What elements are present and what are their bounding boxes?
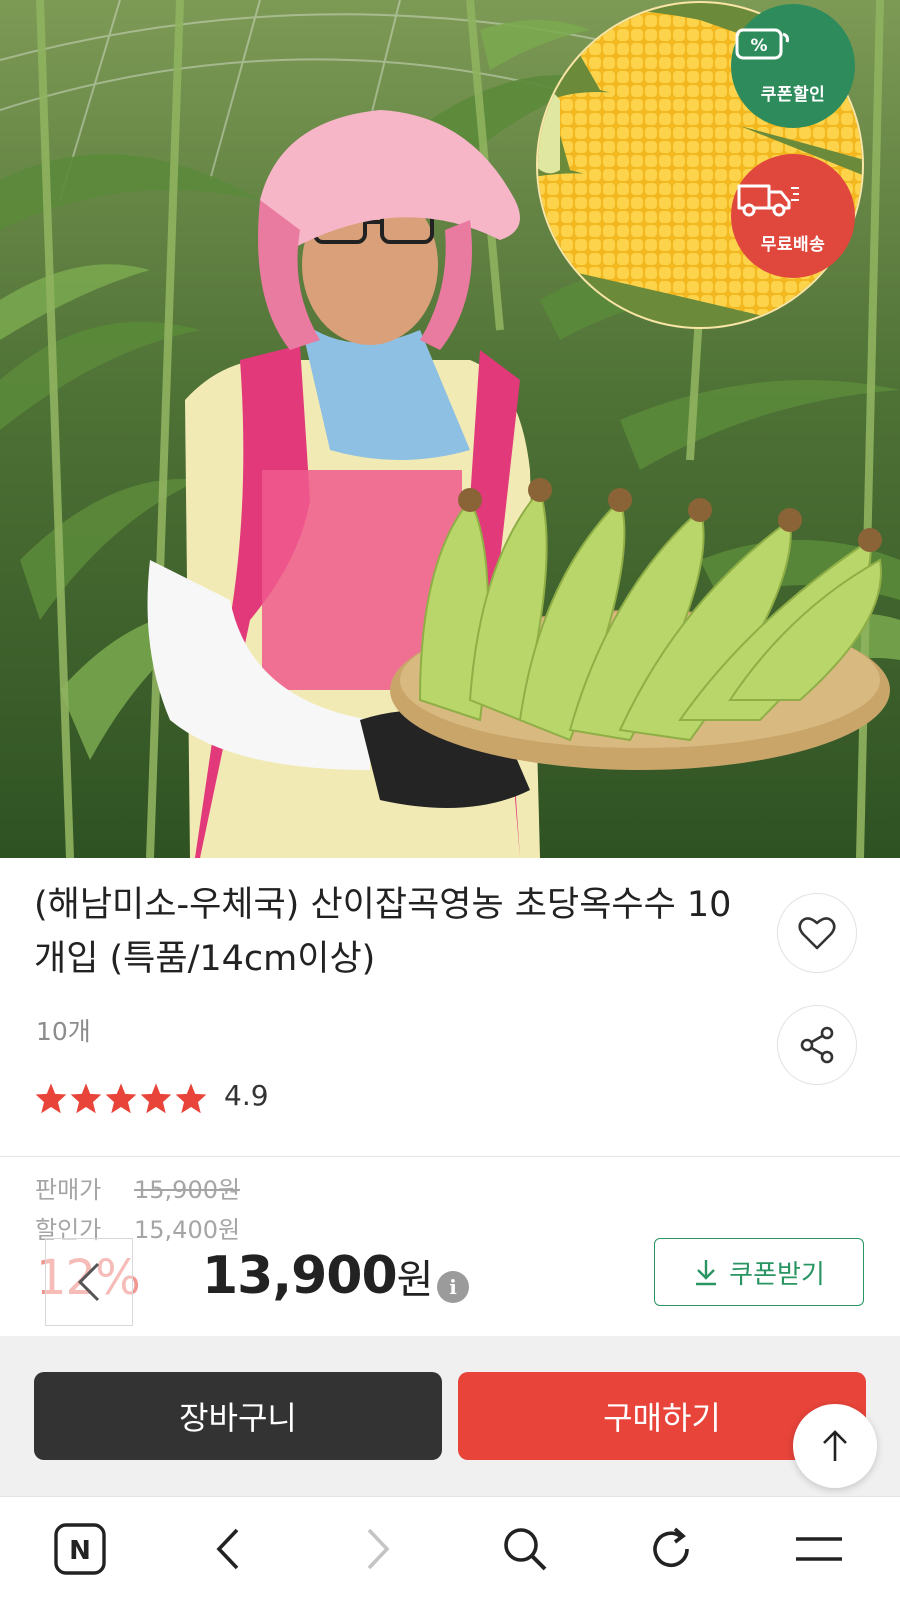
final-price: 13,900원 — [202, 1246, 434, 1306]
forward-icon — [367, 1528, 390, 1570]
star-icon — [70, 1083, 102, 1114]
free-shipping-badge: 무료배송 — [731, 154, 855, 278]
sale-price: 15,900원 — [134, 1176, 241, 1204]
coupon-discount-badge: % 쿠폰할인 — [731, 4, 855, 128]
scroll-to-top-button[interactable] — [793, 1404, 877, 1488]
share-button[interactable] — [777, 1005, 857, 1085]
wishlist-button[interactable] — [777, 893, 857, 973]
product-image[interactable]: % 쿠폰할인 무료배송 — [0, 0, 900, 858]
share-icon — [800, 1026, 834, 1064]
arrow-up-icon — [823, 1430, 847, 1461]
coupon-badge-label: 쿠폰할인 — [760, 85, 826, 105]
search-button[interactable] — [497, 1521, 553, 1577]
search-icon — [504, 1528, 547, 1571]
add-to-cart-button[interactable]: 장바구니 — [34, 1372, 442, 1460]
download-icon — [696, 1260, 717, 1286]
shipping-badge-label: 무료배송 — [760, 235, 826, 255]
refresh-icon — [653, 1527, 689, 1568]
final-price-unit: 원 — [396, 1257, 434, 1303]
star-icon — [105, 1083, 137, 1114]
rating-score: 4.9 — [224, 1079, 269, 1112]
back-icon — [216, 1528, 239, 1570]
browser-toolbar: N — [0, 1496, 900, 1601]
svg-text:%: % — [750, 36, 767, 56]
purchase-action-bar: 장바구니 구매하기 — [0, 1336, 900, 1496]
get-coupon-label: 쿠폰받기 — [729, 1259, 825, 1290]
rating-stars — [34, 1082, 208, 1114]
info-icon[interactable]: i — [437, 1271, 469, 1303]
product-title: (해남미소-우체국) 산이잡곡영농 초당옥수수 10개입 (특품/14cm이상) — [34, 885, 732, 979]
forward-button[interactable] — [349, 1521, 405, 1577]
get-coupon-button[interactable]: 쿠폰받기 — [654, 1238, 864, 1306]
menu-button[interactable] — [791, 1521, 847, 1577]
discount-price: 15,400원 — [134, 1216, 241, 1244]
menu-icon — [796, 1537, 842, 1561]
star-icon — [140, 1083, 172, 1114]
collapse-toggle[interactable] — [45, 1238, 133, 1326]
sale-price-label: 판매가 — [35, 1176, 102, 1204]
divider — [0, 1156, 900, 1157]
back-button[interactable] — [201, 1521, 257, 1577]
svg-text:N: N — [69, 1536, 91, 1566]
star-icon — [175, 1083, 207, 1114]
star-icon — [35, 1083, 67, 1114]
product-photo — [0, 0, 900, 858]
heart-icon — [798, 917, 836, 950]
product-option: 10개 — [36, 1017, 91, 1046]
naver-home-button[interactable]: N — [52, 1521, 108, 1577]
final-price-value: 13,900 — [202, 1246, 398, 1306]
chevron-left-icon — [77, 1262, 100, 1302]
refresh-button[interactable] — [643, 1521, 699, 1577]
naver-home-icon: N — [54, 1523, 106, 1575]
